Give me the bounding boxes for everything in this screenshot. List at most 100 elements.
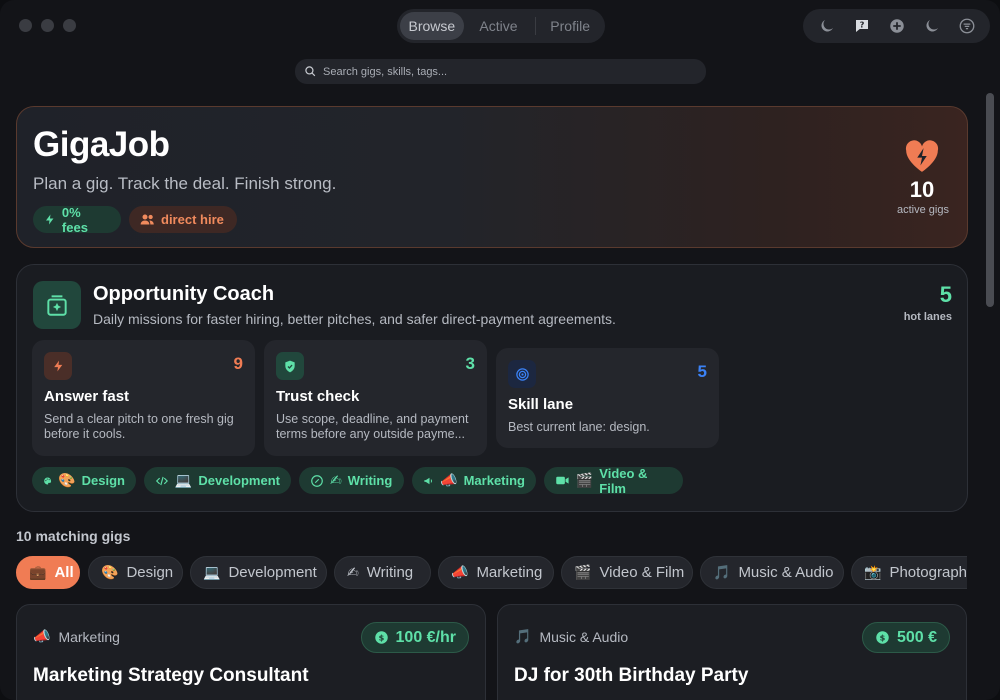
tab-profile[interactable]: Profile [538, 12, 602, 40]
main-tabs: Browse Active Profile [397, 9, 605, 43]
help-icon[interactable]: ? [852, 16, 872, 36]
filter-video-film[interactable]: 🎬 Video & Film [561, 556, 693, 589]
category-chip-development[interactable]: 💻 Development [144, 467, 291, 494]
laptop-icon: 💻 [203, 564, 221, 581]
category-label: Video & Film [599, 465, 648, 496]
mission-card-answer-fast[interactable]: 9 Answer fast Send a clear pitch to one … [32, 340, 255, 456]
moon-icon[interactable] [817, 16, 837, 36]
app-title: GigaJob [33, 125, 170, 164]
bolt-icon [44, 352, 72, 380]
app-window: Browse Active Profile ? GigaJob Plan a g… [0, 0, 1000, 700]
filter-label: Marketing [476, 564, 543, 581]
close-window-button[interactable] [19, 19, 32, 32]
target-icon [508, 360, 536, 388]
coin-icon: $ [876, 631, 889, 644]
palette-icon: 🎨 [101, 564, 119, 581]
marketing-emoji: 📣 [440, 472, 458, 489]
search-input[interactable] [323, 65, 683, 78]
briefcase-icon: 💼 [29, 564, 47, 581]
filter-label: Development [228, 564, 317, 581]
writing-hand-icon: ✍ [347, 564, 359, 581]
mission-card-trust-check[interactable]: 3 Trust check Use scope, deadline, and p… [264, 340, 487, 456]
tab-browse[interactable]: Browse [400, 12, 464, 40]
moon-icon[interactable] [922, 16, 942, 36]
megaphone-icon: 📣 [33, 629, 51, 645]
minimize-window-button[interactable] [41, 19, 54, 32]
svg-text:?: ? [859, 20, 864, 30]
hero-card: GigaJob Plan a gig. Track the deal. Fini… [16, 106, 968, 248]
mission-card-skill-lane[interactable]: 5 Skill lane Best current lane: design. [496, 348, 719, 448]
bolt-icon [45, 214, 54, 225]
mission-description: Best current lane: design. [508, 420, 650, 434]
search-icon [305, 66, 316, 77]
megaphone-icon [424, 477, 432, 484]
camera-icon: 📸 [864, 564, 882, 581]
hot-lanes-count: 5 [939, 282, 952, 307]
filter-label: Photography [889, 564, 967, 581]
palette-icon [44, 477, 52, 484]
coach-subtitle: Daily missions for faster hiring, better… [93, 311, 616, 327]
search-bar[interactable] [295, 59, 706, 84]
filter-music-audio[interactable]: 🎵 Music & Audio [700, 556, 844, 589]
category-label: Design [81, 473, 125, 488]
users-icon [140, 214, 154, 225]
megaphone-icon: 📣 [451, 564, 469, 581]
video-film-emoji: 🎬 [575, 472, 594, 489]
gig-title: DJ for 30th Birthday Party [514, 665, 749, 686]
toolbar: ? [803, 9, 990, 43]
window-controls [19, 19, 76, 32]
gig-category-label: Marketing [58, 629, 120, 645]
gig-price: 100 €/hr [395, 628, 456, 646]
gig-price-badge: $ 100 €/hr [360, 622, 469, 653]
music-note-icon: 🎵 [713, 564, 731, 581]
development-emoji: 💻 [174, 472, 193, 489]
filter-design[interactable]: 🎨 Design [88, 556, 183, 589]
coach-title: Opportunity Coach [93, 283, 275, 305]
gig-category-label: Music & Audio [539, 629, 629, 645]
code-icon [155, 476, 169, 485]
filter-label: All [54, 564, 74, 581]
mission-title: Trust check [276, 388, 360, 405]
active-gigs-count: 10 [909, 177, 935, 202]
category-chip-design[interactable]: 🎨 Design [32, 467, 136, 494]
gig-price-badge: $ 500 € [861, 622, 950, 653]
category-label: Development [198, 473, 280, 488]
writing-emoji: ✍ [330, 472, 342, 489]
tab-divider [535, 17, 537, 35]
filter-writing[interactable]: ✍ Writing [334, 556, 431, 589]
fees-chip-label: 0% fees [61, 204, 88, 235]
clapper-icon: 🎬 [574, 564, 592, 581]
gig-price: 500 € [896, 628, 937, 646]
scrollbar-thumb[interactable] [986, 93, 994, 307]
mission-count: 9 [233, 354, 243, 373]
tab-active[interactable]: Active [464, 12, 534, 40]
add-icon[interactable] [887, 16, 907, 36]
filter-icon[interactable] [957, 16, 977, 36]
filter-photography[interactable]: 📸 Photography [851, 556, 967, 589]
matching-gigs-count: 10 matching gigs [16, 528, 131, 544]
zoom-window-button[interactable] [63, 19, 76, 32]
coach-icon [33, 281, 81, 329]
category-chip-writing[interactable]: ✍ Writing [299, 467, 404, 494]
filter-marketing[interactable]: 📣 Marketing [438, 556, 554, 589]
filter-all[interactable]: 💼 All [16, 556, 80, 589]
heart-bolt-icon [905, 140, 939, 172]
design-emoji: 🎨 [58, 472, 76, 489]
filter-label: Music & Audio [738, 564, 834, 581]
filter-label: Writing [366, 564, 414, 581]
category-chip-video-film[interactable]: 🎬 Video & Film [544, 465, 683, 496]
mission-description: Send a clear pitch to one fresh gig befo… [44, 412, 234, 441]
gig-category: 📣 Marketing [33, 629, 120, 645]
category-label: Writing [347, 473, 393, 488]
gig-category: 🎵 Music & Audio [514, 629, 628, 645]
svg-text:$: $ [880, 632, 886, 642]
pen-icon [311, 474, 323, 487]
gig-card[interactable]: 📣 Marketing $ 100 €/hr Marketing Strateg… [16, 604, 486, 700]
filter-label: Design [126, 564, 174, 581]
category-label: Marketing [463, 473, 525, 488]
filter-development[interactable]: 💻 Development [190, 556, 327, 589]
category-chip-marketing[interactable]: 📣 Marketing [412, 467, 536, 494]
filter-label: Video & Film [599, 564, 685, 581]
gig-card[interactable]: 🎵 Music & Audio $ 500 € DJ for 30th Birt… [497, 604, 967, 700]
shield-icon [276, 352, 304, 380]
